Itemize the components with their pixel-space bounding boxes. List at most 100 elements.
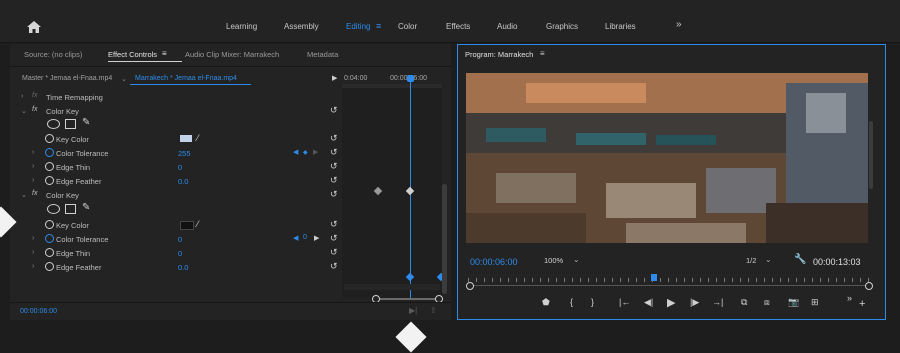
fx-toggle-icon[interactable]: fx (32, 190, 37, 197)
clip-chevron-icon[interactable]: ⌄ (121, 75, 127, 83)
expand-chevron-icon[interactable]: › (21, 93, 23, 100)
keyframe-timeline[interactable] (342, 75, 446, 298)
reset-effect-icon[interactable]: ↺ (330, 189, 338, 200)
rectangle-mask-icon[interactable] (65, 204, 76, 214)
prev-keyframe-icon[interactable]: ◀ (293, 148, 298, 156)
expand-chevron-icon[interactable]: › (32, 235, 34, 242)
edge-thin-value[interactable]: 0 (178, 249, 182, 258)
edge-thin-value[interactable]: 0 (178, 163, 182, 172)
workspace-editing[interactable]: Editing (346, 22, 370, 31)
key-color-swatch[interactable] (180, 135, 192, 142)
ellipse-mask-icon[interactable] (47, 119, 60, 129)
zoom-dropdown-chevron-icon[interactable]: ⌄ (573, 255, 580, 264)
more-controls-icon[interactable]: » (847, 293, 852, 303)
color-tolerance-value[interactable]: 0 (178, 235, 182, 244)
pen-mask-icon[interactable]: ✎ (82, 117, 90, 128)
timeline-zoom-slider[interactable] (376, 298, 440, 300)
tab-metadata[interactable]: Metadata (307, 50, 338, 59)
ellipse-mask-icon[interactable] (47, 204, 60, 214)
overwrite-icon[interactable]: ⧈ (764, 297, 770, 308)
next-keyframe-icon[interactable]: ▶ (314, 234, 319, 242)
panel-menu-icon[interactable]: ≡ (162, 49, 167, 58)
reset-icon[interactable]: ↺ (330, 247, 338, 258)
program-scrub-bar[interactable] (466, 273, 873, 291)
scrub-handle-right[interactable] (865, 282, 873, 290)
eyedropper-icon[interactable]: ⁄ (197, 219, 199, 229)
playback-resolution-select[interactable]: 1/2 (746, 256, 756, 265)
expand-chevron-icon[interactable]: › (32, 149, 34, 156)
program-monitor-title[interactable]: Program: Marrakech (465, 50, 533, 59)
workspace-libraries[interactable]: Libraries (605, 22, 636, 31)
reset-icon[interactable]: ↺ (330, 161, 338, 172)
resolution-dropdown-chevron-icon[interactable]: ⌄ (765, 255, 772, 264)
workspace-color[interactable]: Color (398, 22, 417, 31)
stopwatch-active-icon[interactable] (45, 148, 54, 157)
mark-out-icon[interactable]: } (591, 297, 594, 307)
mark-in-icon[interactable]: { (570, 297, 573, 307)
play-button-icon[interactable]: ▶ (667, 296, 675, 309)
go-to-in-icon[interactable]: |← (619, 297, 630, 307)
step-back-icon[interactable]: ◀| (644, 297, 653, 308)
panel-menu-icon[interactable]: ≡ (540, 49, 545, 58)
monitor-scrollbar[interactable] (869, 121, 873, 189)
export-frame-camera-icon[interactable]: 📷 (788, 297, 799, 308)
expand-chevron-icon[interactable]: › (32, 177, 34, 184)
master-clip-label[interactable]: Master * Jemaa el-Fnaa.mp4 (22, 75, 112, 82)
go-to-out-icon[interactable]: →| (712, 297, 723, 307)
timeline-zoom-track[interactable] (344, 284, 440, 290)
playhead-handle[interactable] (407, 75, 414, 82)
edge-feather-value[interactable]: 0.0 (178, 263, 188, 272)
reset-icon[interactable]: ↺ (330, 175, 338, 186)
rectangle-mask-icon[interactable] (65, 119, 76, 129)
insert-icon[interactable]: ⧉ (741, 297, 747, 308)
compare-view-icon[interactable]: ⊞ (811, 297, 819, 308)
add-keyframe-icon[interactable]: ◆ (303, 149, 308, 156)
step-forward-icon[interactable]: |▶ (690, 297, 699, 308)
workspace-audio[interactable]: Audio (497, 22, 517, 31)
workspace-graphics[interactable]: Graphics (546, 22, 578, 31)
scrub-handle-left[interactable] (466, 282, 474, 290)
filter-icon[interactable]: ▶| (409, 306, 417, 315)
stopwatch-icon[interactable] (45, 176, 54, 185)
eyedropper-icon[interactable]: ⁄ (197, 133, 199, 143)
color-tolerance-value[interactable]: 255 (178, 149, 191, 158)
reset-icon[interactable]: ↺ (330, 147, 338, 158)
reset-effect-icon[interactable]: ↺ (330, 105, 338, 116)
add-marker-icon[interactable]: ⬟ (542, 297, 550, 308)
tab-effect-controls[interactable]: Effect Controls (108, 50, 157, 59)
program-playhead-timecode[interactable]: 00:00:06:00 (470, 257, 518, 267)
key-color-swatch[interactable] (180, 221, 194, 230)
workspace-learning[interactable]: Learning (226, 22, 257, 31)
sequence-clip-label[interactable]: Marrakech * Jemaa el-Fnaa.mp4 (135, 75, 237, 82)
ec-current-time[interactable]: 00:00:06:00 (20, 308, 57, 315)
reset-icon[interactable]: ↺ (330, 261, 338, 272)
expand-chevron-icon[interactable]: › (32, 249, 34, 256)
play-only-audio-icon[interactable]: ▶ (332, 74, 337, 82)
settings-wrench-icon[interactable]: 🔧 (794, 254, 806, 265)
reset-icon[interactable]: ↺ (330, 233, 338, 244)
reset-icon[interactable]: ↺ (330, 219, 338, 230)
tab-audio-clip-mixer[interactable]: Audio Clip Mixer: Marrakech (185, 50, 279, 59)
next-keyframe-icon[interactable]: ▶ (313, 148, 318, 156)
workspace-effects[interactable]: Effects (446, 22, 470, 31)
keyframe-diamond[interactable] (405, 186, 415, 196)
vertical-scrollbar[interactable] (442, 184, 447, 294)
expand-chevron-icon[interactable]: › (32, 163, 34, 170)
more-workspaces-icon[interactable]: » (676, 19, 682, 30)
stopwatch-icon[interactable] (45, 248, 54, 257)
export-icon[interactable]: ⇪ (430, 306, 437, 315)
expand-chevron-icon[interactable]: › (32, 263, 34, 270)
program-video-frame[interactable] (466, 73, 868, 243)
zoom-level-select[interactable]: 100% (544, 256, 563, 265)
workspace-menu-icon[interactable]: ≡ (376, 21, 381, 31)
collapse-chevron-icon[interactable]: ⌄ (21, 107, 27, 115)
stopwatch-icon[interactable] (45, 134, 54, 143)
fx-toggle-icon[interactable]: fx (32, 106, 37, 113)
collapse-chevron-icon[interactable]: ⌄ (21, 191, 27, 199)
stopwatch-icon[interactable] (45, 220, 54, 229)
home-icon[interactable] (27, 20, 41, 33)
workspace-assembly[interactable]: Assembly (284, 22, 319, 31)
program-playhead-marker[interactable] (651, 274, 658, 281)
keyframe-diamond[interactable] (405, 272, 415, 282)
keyframe-diamond[interactable] (373, 186, 383, 196)
